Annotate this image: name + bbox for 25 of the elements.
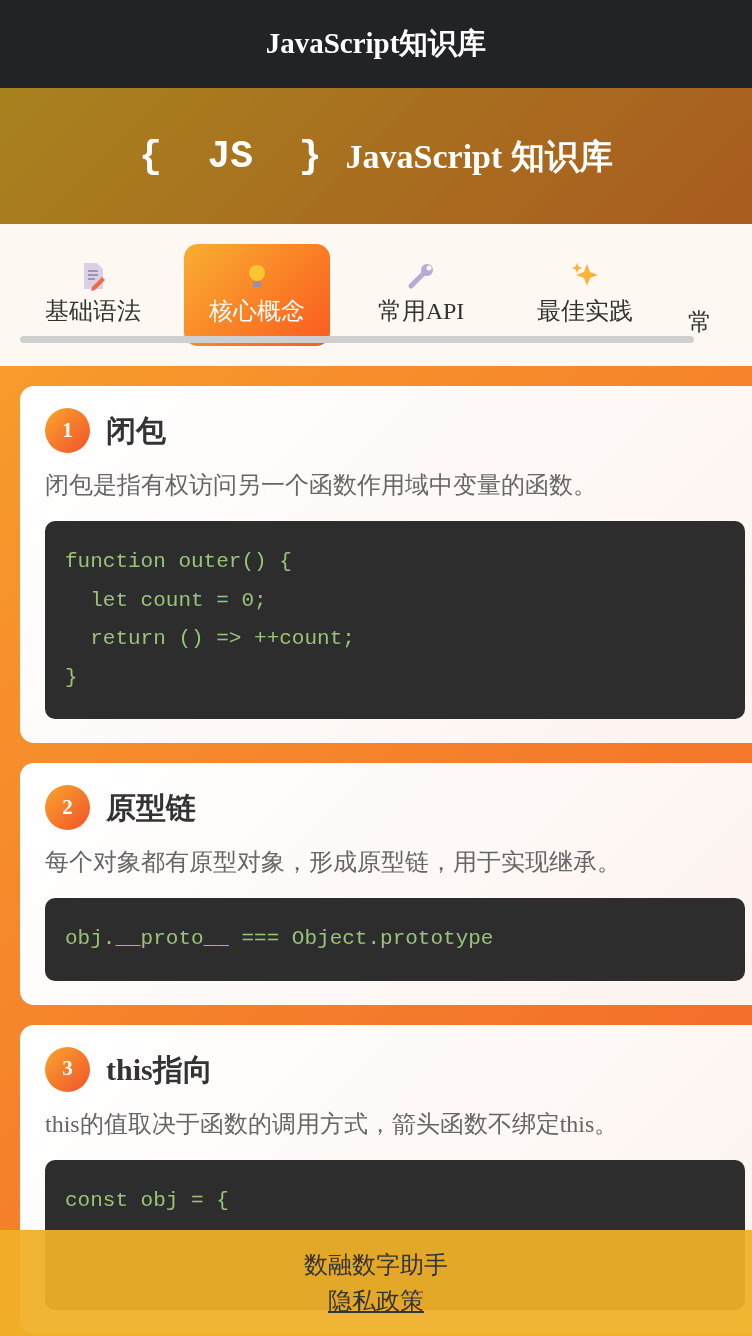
card-description: 闭包是指有权访问另一个函数作用域中变量的函数。: [45, 471, 598, 500]
number-badge: 1: [45, 408, 90, 453]
wrench-icon: [406, 261, 436, 291]
code-line: const obj = {: [65, 1187, 230, 1214]
privacy-link[interactable]: 隐私政策: [328, 1283, 424, 1319]
card-title: this指向: [106, 1051, 213, 1088]
card-description: this的值取决于函数的调用方式，箭头函数不绑定this。: [45, 1109, 620, 1139]
code-line: obj.__proto__ === Object.prototype: [65, 926, 495, 952]
code-line: }: [65, 664, 79, 691]
card-title: 原型链: [106, 790, 196, 826]
code-line: let count = 0;: [89, 587, 268, 614]
number-badge: 2: [45, 785, 90, 830]
card-description: 每个对象都有原型对象，形成原型链，用于实现继承。: [45, 848, 622, 877]
tab[interactable]: 常: [676, 244, 712, 346]
tab[interactable]: 最佳实践: [512, 244, 658, 346]
hero-title: JavaScript 知识库: [345, 136, 613, 177]
navbar-title: JavaScript知识库: [265, 26, 487, 62]
footer-text: 数融数字助手: [304, 1251, 448, 1280]
code-line: function outer() {: [65, 549, 293, 575]
scrollbar[interactable]: [20, 336, 694, 343]
logo: { JS }: [139, 133, 322, 180]
tab[interactable]: 常用API: [348, 244, 494, 346]
number-badge: 3: [45, 1046, 90, 1092]
code-line: return () => ++count;: [89, 626, 356, 652]
card-title: 闭包: [106, 413, 166, 449]
